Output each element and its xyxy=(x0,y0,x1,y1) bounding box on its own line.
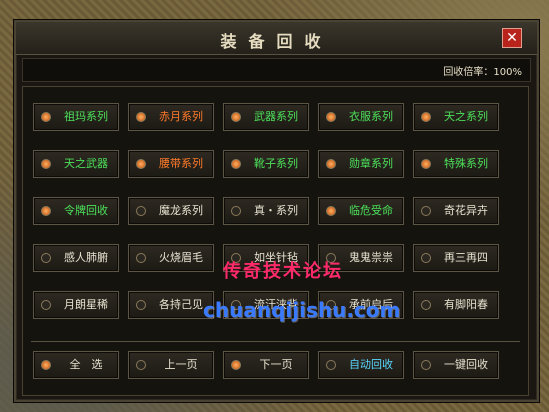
window-titlebar: 装备回收 ✕ xyxy=(16,22,537,55)
checkbox-indicator-icon xyxy=(136,360,146,370)
category-panel: 祖玛系列 赤月系列 武器系列 衣服系列 天之系列天之武器 腰带系列 靴子系列 勋章系列 特殊系列… xyxy=(22,86,529,396)
category-toggle-button[interactable]: 武器系列 xyxy=(223,103,309,131)
category-toggle-button[interactable]: 再三再四 xyxy=(413,244,499,272)
button-label: 下一页 xyxy=(259,358,293,371)
button-label: 一键回收 xyxy=(444,358,488,371)
checkbox-indicator-icon xyxy=(41,300,51,310)
button-label: 感人肺腑 xyxy=(64,251,108,264)
panel-divider xyxy=(31,341,520,342)
category-toggle-button[interactable]: 赤月系列 xyxy=(128,103,214,131)
button-label: 衣服系列 xyxy=(349,110,393,123)
checkbox-indicator-icon xyxy=(231,360,241,370)
checkbox-indicator-icon xyxy=(41,112,51,122)
button-label: 腰带系列 xyxy=(159,157,203,170)
category-toggle-button[interactable]: 天之武器 xyxy=(33,150,119,178)
one-click-recycle-button[interactable]: 一键回收 xyxy=(413,351,499,379)
recycle-rate-text: 回收倍率：100% xyxy=(443,67,522,78)
button-label: 天之武器 xyxy=(64,157,108,170)
category-toggle-button[interactable]: 有脚阳春 xyxy=(413,291,499,319)
checkbox-indicator-icon xyxy=(41,206,51,216)
checkbox-indicator-icon xyxy=(136,253,146,263)
button-label: 靴子系列 xyxy=(254,157,298,170)
checkbox-indicator-icon xyxy=(41,159,51,169)
button-label: 真・系列 xyxy=(254,204,298,217)
checkbox-indicator-icon xyxy=(421,159,431,169)
checkbox-indicator-icon xyxy=(421,300,431,310)
category-toggle-button[interactable]: 火烧眉毛 xyxy=(128,244,214,272)
checkbox-indicator-icon xyxy=(41,253,51,263)
category-toggle-button[interactable]: 真・系列 xyxy=(223,197,309,225)
next-page-button[interactable]: 下一页 xyxy=(223,351,309,379)
button-label: 全 选 xyxy=(69,358,103,371)
button-label: 上一页 xyxy=(164,358,198,371)
button-label: 令牌回收 xyxy=(64,204,108,217)
category-toggle-button[interactable]: 魔龙系列 xyxy=(128,197,214,225)
category-toggle-button[interactable]: 各持己见 xyxy=(128,291,214,319)
button-label: 自动回收 xyxy=(349,358,393,371)
checkbox-indicator-icon xyxy=(326,206,336,216)
window-title: 装备回收 xyxy=(220,32,333,51)
category-toggle-button[interactable]: 勋章系列 xyxy=(318,150,404,178)
button-label: 有脚阳春 xyxy=(444,298,488,311)
checkbox-indicator-icon xyxy=(421,253,431,263)
checkbox-indicator-icon xyxy=(231,206,241,216)
checkbox-indicator-icon xyxy=(421,360,431,370)
close-button[interactable]: ✕ xyxy=(502,28,522,48)
category-toggle-button[interactable]: 腰带系列 xyxy=(128,150,214,178)
button-label: 鬼鬼祟祟 xyxy=(349,251,393,264)
checkbox-indicator-icon xyxy=(421,206,431,216)
equipment-recycle-window: 装备回收 ✕ 回收倍率：100% 祖玛系列 赤月系列 武器系列 衣服系列 天之系列天之武… xyxy=(14,20,539,402)
category-toggle-button[interactable]: 令牌回收 xyxy=(33,197,119,225)
button-label: 火烧眉毛 xyxy=(159,251,203,264)
button-label: 再三再四 xyxy=(444,251,488,264)
category-toggle-button[interactable]: 奇花异卉 xyxy=(413,197,499,225)
checkbox-indicator-icon xyxy=(326,360,336,370)
button-label: 魔龙系列 xyxy=(159,204,203,217)
checkbox-indicator-icon xyxy=(231,159,241,169)
category-toggle-button[interactable]: 祖玛系列 xyxy=(33,103,119,131)
button-label: 赤月系列 xyxy=(159,110,203,123)
checkbox-indicator-icon xyxy=(326,159,336,169)
category-toggle-button[interactable]: 衣服系列 xyxy=(318,103,404,131)
button-label: 武器系列 xyxy=(254,110,298,123)
button-label: 奇花异卉 xyxy=(444,204,488,217)
checkbox-indicator-icon xyxy=(421,112,431,122)
checkbox-indicator-icon xyxy=(326,112,336,122)
watermark-url: chuanqijishu.com xyxy=(203,298,401,322)
select-all-button[interactable]: 全 选 xyxy=(33,351,119,379)
checkbox-indicator-icon xyxy=(136,206,146,216)
category-toggle-button[interactable]: 特殊系列 xyxy=(413,150,499,178)
checkbox-indicator-icon xyxy=(136,112,146,122)
button-label: 临危受命 xyxy=(349,204,393,217)
button-label: 天之系列 xyxy=(444,110,488,123)
checkbox-indicator-icon xyxy=(136,159,146,169)
checkbox-indicator-icon xyxy=(231,112,241,122)
prev-page-button[interactable]: 上一页 xyxy=(128,351,214,379)
checkbox-indicator-icon xyxy=(41,360,51,370)
category-toggle-button[interactable]: 感人肺腑 xyxy=(33,244,119,272)
button-label: 月朗星稀 xyxy=(64,298,108,311)
category-toggle-button[interactable]: 靴子系列 xyxy=(223,150,309,178)
auto-recycle-button[interactable]: 自动回收 xyxy=(318,351,404,379)
button-label: 祖玛系列 xyxy=(64,110,108,123)
checkbox-indicator-icon xyxy=(136,300,146,310)
category-toggle-button[interactable]: 天之系列 xyxy=(413,103,499,131)
watermark-forum-name: 传奇技术论坛 xyxy=(223,261,343,282)
button-label: 勋章系列 xyxy=(349,157,393,170)
button-label: 特殊系列 xyxy=(444,157,488,170)
category-toggle-button[interactable]: 月朗星稀 xyxy=(33,291,119,319)
recycle-rate-bar: 回收倍率：100% xyxy=(22,58,531,82)
category-toggle-button[interactable]: 临危受命 xyxy=(318,197,404,225)
